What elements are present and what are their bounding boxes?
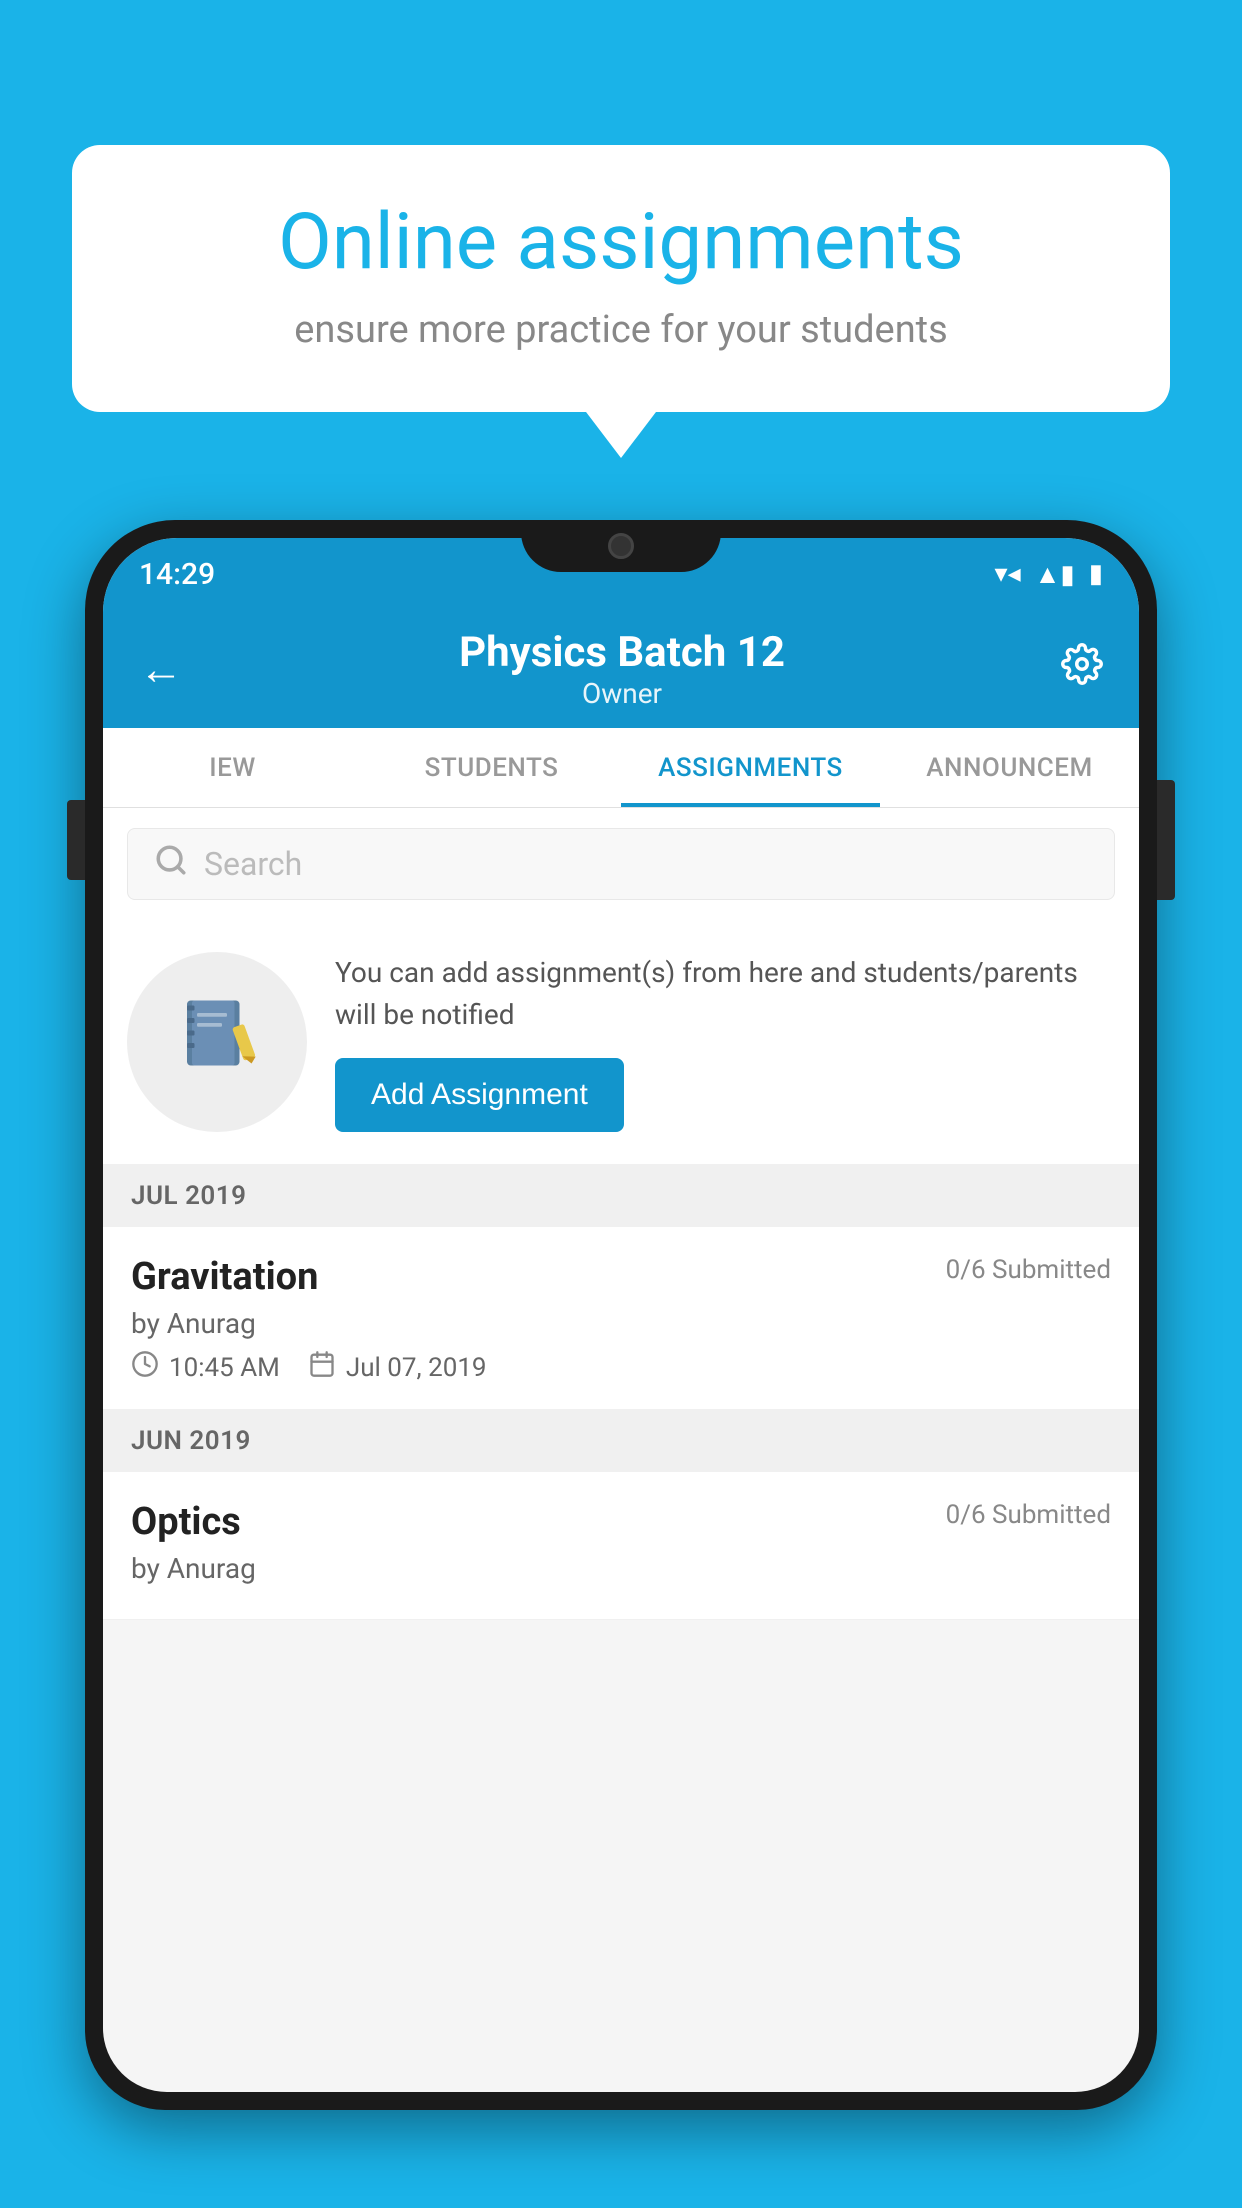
- tab-students[interactable]: STUDENTS: [362, 728, 621, 807]
- search-placeholder: Search: [204, 845, 302, 883]
- bubble-subtitle: ensure more practice for your students: [132, 308, 1110, 352]
- assignment-submitted-optics: 0/6 Submitted: [946, 1500, 1111, 1530]
- app-header: ← Physics Batch 12 Owner: [103, 610, 1139, 728]
- search-icon: [154, 843, 188, 885]
- promo-section: You can add assignment(s) from here and …: [103, 920, 1139, 1165]
- header-subtitle: Owner: [459, 677, 785, 710]
- notch: [521, 520, 721, 572]
- notch-camera: [608, 533, 634, 559]
- month-header-jul: JUL 2019: [103, 1165, 1139, 1227]
- wifi-icon: ▾◂: [995, 559, 1021, 589]
- assignment-time: 10:45 AM: [131, 1350, 280, 1385]
- promo-text: You can add assignment(s) from here and …: [335, 952, 1115, 1036]
- assignment-by-optics: by Anurag: [131, 1552, 1111, 1585]
- assignment-meta: 10:45 AM Jul 07, 201: [131, 1350, 1111, 1385]
- tab-bar: IEW STUDENTS ASSIGNMENTS ANNOUNCEM: [103, 728, 1139, 808]
- assignment-name: Gravitation: [131, 1255, 318, 1299]
- status-time: 14:29: [139, 557, 215, 592]
- battery-icon: ▮: [1089, 559, 1103, 589]
- screen-content: 14:29 ▾◂ ▲▮ ▮ ← Physics Batch 12 Owner: [103, 538, 1139, 2092]
- header-center: Physics Batch 12 Owner: [459, 628, 785, 710]
- calendar-icon: [308, 1350, 336, 1385]
- assignment-by: by Anurag: [131, 1307, 1111, 1340]
- clock-icon: [131, 1350, 159, 1385]
- back-button[interactable]: ←: [139, 643, 183, 695]
- status-icons: ▾◂ ▲▮ ▮: [995, 559, 1103, 590]
- assignment-top-row-optics: Optics 0/6 Submitted: [131, 1500, 1111, 1544]
- tab-iew[interactable]: IEW: [103, 728, 362, 807]
- phone-screen: 14:29 ▾◂ ▲▮ ▮ ← Physics Batch 12 Owner: [103, 538, 1139, 2092]
- assignment-submitted: 0/6 Submitted: [946, 1255, 1111, 1285]
- signal-icon: ▲▮: [1035, 559, 1075, 590]
- promo-icon-circle: [127, 952, 307, 1132]
- assignment-item-optics[interactable]: Optics 0/6 Submitted by Anurag: [103, 1472, 1139, 1620]
- tab-announcements[interactable]: ANNOUNCEM: [880, 728, 1139, 807]
- assignment-item-gravitation[interactable]: Gravitation 0/6 Submitted by Anurag: [103, 1227, 1139, 1410]
- settings-icon[interactable]: [1061, 643, 1103, 696]
- tab-assignments[interactable]: ASSIGNMENTS: [621, 728, 880, 807]
- phone-container: 14:29 ▾◂ ▲▮ ▮ ← Physics Batch 12 Owner: [85, 520, 1157, 2208]
- speech-bubble: Online assignments ensure more practice …: [72, 145, 1170, 412]
- assignment-time-value: 10:45 AM: [169, 1353, 280, 1383]
- assignment-top-row: Gravitation 0/6 Submitted: [131, 1255, 1111, 1299]
- search-container: Search: [103, 808, 1139, 920]
- notebook-icon: [177, 993, 257, 1092]
- header-title: Physics Batch 12: [459, 628, 785, 677]
- bubble-title: Online assignments: [132, 200, 1110, 286]
- add-assignment-button[interactable]: Add Assignment: [335, 1058, 624, 1132]
- assignment-date: Jul 07, 2019: [308, 1350, 487, 1385]
- promo-content: You can add assignment(s) from here and …: [335, 952, 1115, 1132]
- phone-frame: 14:29 ▾◂ ▲▮ ▮ ← Physics Batch 12 Owner: [85, 520, 1157, 2110]
- search-bar[interactable]: Search: [127, 828, 1115, 900]
- assignment-name-optics: Optics: [131, 1500, 241, 1544]
- month-header-jun: JUN 2019: [103, 1410, 1139, 1472]
- assignment-date-value: Jul 07, 2019: [346, 1353, 487, 1383]
- speech-bubble-container: Online assignments ensure more practice …: [72, 145, 1170, 412]
